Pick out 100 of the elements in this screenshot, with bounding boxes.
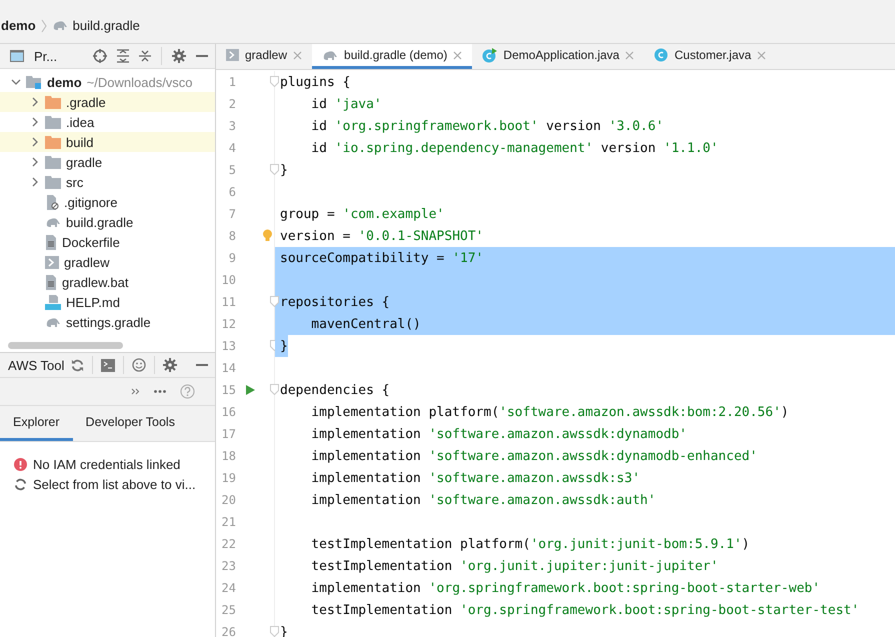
line-number: 9	[228, 251, 236, 265]
line-number: 5	[228, 163, 236, 177]
panel-title[interactable]: AWS Tool	[8, 358, 64, 372]
line-number: 19	[220, 471, 236, 485]
line-number: 3	[228, 119, 236, 133]
elephant-icon	[322, 49, 338, 61]
line-number: 12	[220, 317, 236, 331]
line-number: 13	[220, 339, 236, 353]
code-line: }	[280, 162, 288, 178]
settings-icon[interactable]	[172, 49, 186, 63]
folder-icon	[45, 116, 61, 128]
code-line: version = '0.0.1-SNAPSHOT'	[280, 228, 484, 244]
line-number: 4	[228, 141, 236, 155]
chevron-icon[interactable]	[11, 77, 21, 87]
chevron-icon[interactable]	[30, 97, 40, 107]
line-number: 1	[228, 75, 236, 89]
fold-marker-icon[interactable]	[270, 384, 279, 395]
chevron-icon[interactable]	[30, 177, 40, 187]
tree-item[interactable]: gradlew.bat	[62, 274, 128, 290]
editor-tab[interactable]: build.gradle (demo)	[312, 44, 472, 69]
code-line: id 'java'	[310, 96, 382, 112]
tree-item[interactable]: gradle	[66, 154, 102, 170]
collapse-all-icon[interactable]	[139, 49, 151, 63]
fold-marker-icon[interactable]	[270, 296, 279, 307]
breadcrumb-item[interactable]: demo	[1, 18, 36, 33]
line-number: 8	[228, 229, 236, 243]
message-text: Select from list above to vi...	[33, 476, 196, 492]
tree-item[interactable]: settings.gradle	[66, 314, 151, 330]
fold-marker-icon[interactable]	[270, 626, 279, 637]
breadcrumb-item[interactable]: build.gradle	[72, 18, 140, 33]
text-file-icon	[45, 234, 57, 250]
code-line: plugins {	[280, 74, 350, 90]
run-icon[interactable]	[246, 385, 255, 395]
folder-icon	[45, 176, 61, 188]
terminal-icon[interactable]	[101, 358, 116, 372]
line-number: 11	[220, 295, 236, 309]
panel-tab[interactable]: Developer Tools	[72, 406, 188, 441]
panel-title[interactable]: Pr...	[34, 48, 58, 64]
tree-item[interactable]: .idea	[66, 114, 94, 130]
editor-tab[interactable]: Customer.java	[644, 44, 776, 69]
markdown-file-icon	[45, 294, 61, 310]
window-icon	[10, 50, 24, 62]
code-line: dependencies {	[280, 382, 390, 398]
code-line: mavenCentral()	[310, 316, 421, 332]
tree-item[interactable]: demo	[47, 74, 82, 90]
scrollbar-thumb[interactable]	[8, 342, 123, 348]
line-number: 26	[220, 625, 236, 637]
line-number: 18	[220, 449, 236, 463]
chevron-icon[interactable]	[30, 137, 40, 147]
close-icon[interactable]	[757, 50, 766, 60]
close-icon[interactable]	[293, 50, 302, 60]
tree-item[interactable]: build	[66, 134, 94, 150]
fold-marker-icon[interactable]	[270, 76, 279, 87]
settings-icon[interactable]	[163, 358, 178, 372]
double-chevron-icon[interactable]	[131, 388, 140, 395]
tree-item[interactable]: build.gradle	[66, 214, 134, 230]
fold-marker-icon[interactable]	[270, 164, 279, 175]
help-icon[interactable]	[180, 384, 195, 399]
elephant-icon	[52, 19, 68, 31]
tree-item[interactable]: src	[66, 174, 84, 190]
more-icon[interactable]	[154, 390, 166, 393]
folder-icon	[45, 96, 61, 108]
editor-tab[interactable]: DemoApplication.java	[472, 44, 644, 69]
line-number: 14	[220, 361, 236, 375]
tree-item[interactable]: .gradle	[66, 94, 106, 110]
crosshair-icon[interactable]	[93, 49, 107, 63]
elephant-icon	[45, 316, 61, 328]
close-icon[interactable]	[453, 50, 462, 60]
error-icon	[14, 458, 27, 470]
code-line: implementation 'software.amazon.awssdk:dynamodb-enhanced'	[310, 448, 758, 464]
expand-all-icon[interactable]	[117, 49, 129, 63]
elephant-icon	[45, 216, 61, 228]
tree-item[interactable]: gradlew	[64, 254, 110, 270]
chevron-icon[interactable]	[30, 157, 40, 167]
text-file-icon	[45, 274, 57, 290]
code-line: implementation platform('software.amazon.awssdk:bom:2.20.56')	[310, 404, 789, 420]
editor-tab[interactable]: gradlew	[216, 44, 312, 69]
code-line: id 'io.spring.dependency-management' version '1.1.0'	[310, 140, 718, 156]
code-line: testImplementation 'org.junit.jupiter:junit-jupiter'	[310, 558, 718, 574]
close-icon[interactable]	[625, 50, 634, 60]
tree-item[interactable]: HELP.md	[66, 294, 120, 310]
refresh-icon	[14, 478, 27, 490]
smiley-icon[interactable]	[132, 358, 146, 372]
line-number: 20	[220, 493, 236, 507]
chevron-icon[interactable]	[30, 117, 40, 127]
code-line: sourceCompatibility = '17'	[280, 250, 484, 266]
code-line: }	[280, 338, 288, 354]
line-number: 15	[220, 383, 236, 397]
folder-icon	[45, 156, 61, 168]
line-number: 23	[220, 559, 236, 573]
line-number: 16	[220, 405, 236, 419]
path-text: ~/Downloads/vsco	[86, 74, 193, 90]
refresh-icon[interactable]	[71, 358, 84, 372]
tree-item[interactable]: .gitignore	[64, 194, 118, 210]
line-number: 22	[220, 537, 236, 551]
tree-item[interactable]: Dockerfile	[62, 234, 120, 250]
ignored-file-icon	[45, 194, 59, 210]
terminal-icon	[226, 49, 239, 61]
code-line: id 'org.springframework.boot' version '3.0.6'	[310, 118, 664, 134]
terminal-icon	[45, 256, 59, 268]
